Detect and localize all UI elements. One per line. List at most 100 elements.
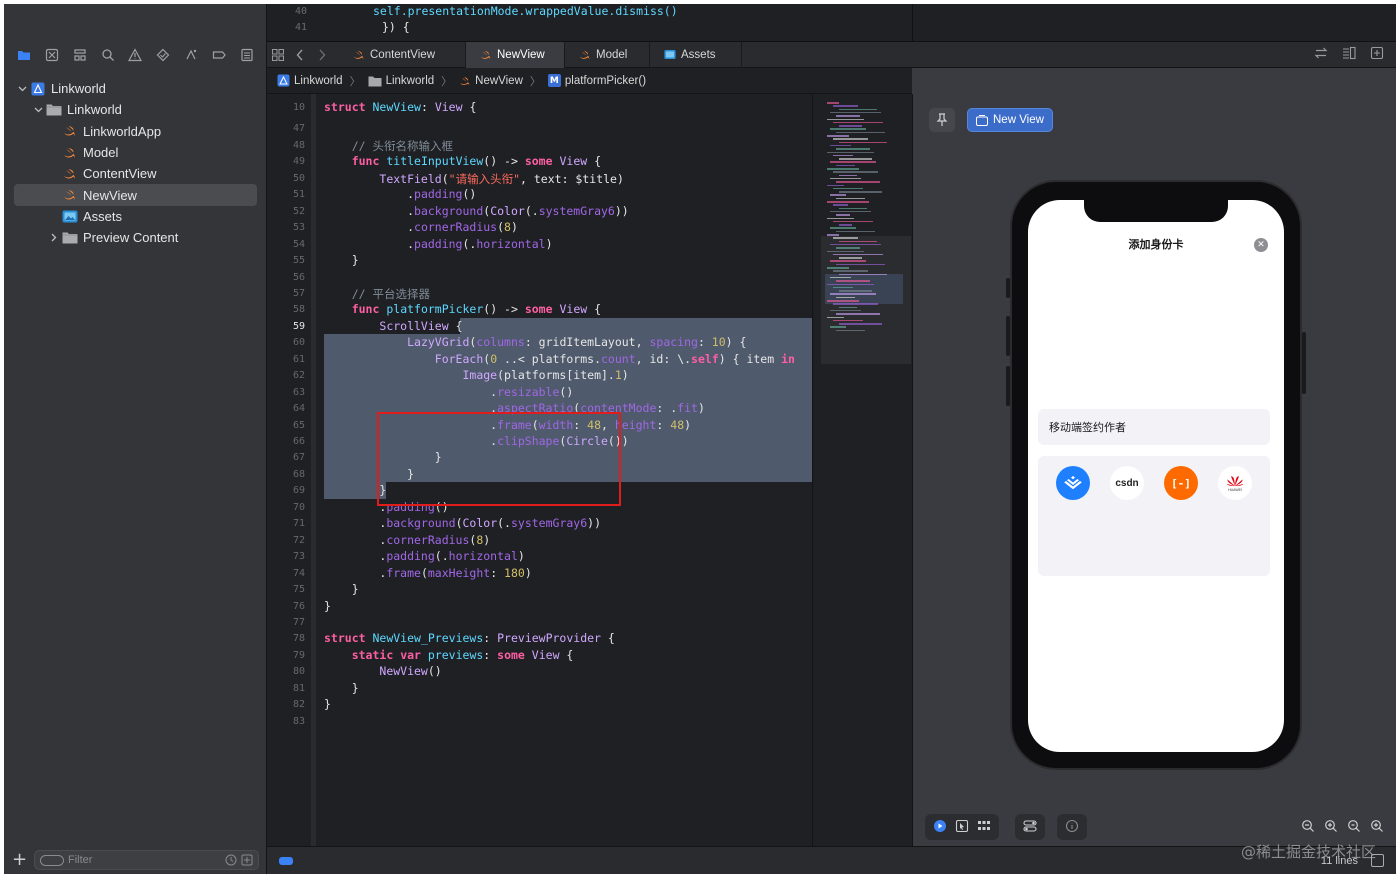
code-line[interactable]: } [324, 253, 359, 267]
code-line[interactable]: ForEach(0 ..< platforms.count, id: \.sel… [324, 352, 795, 366]
inspector-toggle-icon[interactable] [1371, 854, 1384, 867]
code-line[interactable]: .cornerRadius(8) [324, 220, 518, 234]
breadcrumb-project[interactable]: Linkworld [277, 74, 343, 87]
minimap[interactable] [812, 94, 912, 846]
minimap-line [827, 217, 854, 219]
code-line[interactable]: } [324, 599, 331, 613]
editor-options-icon[interactable] [1342, 46, 1356, 63]
breadcrumb-method[interactable]: M platformPicker() [547, 74, 646, 87]
tab-contentview[interactable]: ContentView [339, 41, 466, 68]
code-line[interactable]: self.presentationMode.wrappedValue.dismi… [373, 4, 678, 18]
add-icon[interactable]: + [12, 851, 28, 869]
close-button[interactable]: ✕ [1254, 238, 1268, 252]
code-line[interactable]: LazyVGrid(columns: gridItemLayout, spaci… [324, 335, 746, 349]
code-folding-ribbon[interactable] [311, 94, 316, 846]
symbol-navigator-icon[interactable] [71, 46, 89, 64]
breadcrumb-folder[interactable]: Linkworld [368, 75, 434, 87]
code-line[interactable]: } [324, 697, 331, 711]
code-line[interactable]: .padding() [324, 187, 476, 201]
code-line[interactable]: }) { [382, 20, 410, 34]
code-line[interactable]: NewView() [324, 664, 441, 678]
tree-item-linkworld[interactable]: Linkworld [4, 99, 267, 120]
report-icon[interactable] [238, 46, 256, 64]
breadcrumb-label: NewView [475, 74, 523, 87]
tree-item-model[interactable]: Model [4, 142, 267, 163]
code-line[interactable]: Image(platforms[item].1) [324, 368, 628, 382]
add-editor-icon[interactable] [1370, 46, 1384, 63]
tab-model[interactable]: Model [565, 41, 650, 68]
swift-file-icon [353, 49, 365, 61]
filter-options-icon[interactable] [40, 854, 64, 866]
minimap-line [830, 161, 876, 163]
breakpoint-icon[interactable] [210, 46, 228, 64]
disclosure-open-icon[interactable] [32, 104, 44, 116]
related-items-icon[interactable] [267, 42, 289, 68]
tree-item-linkworld[interactable]: Linkworld [4, 78, 267, 99]
source-control-icon[interactable] [43, 46, 61, 64]
debug-icon[interactable] [182, 46, 200, 64]
debug-area-toggle-icon[interactable] [279, 857, 293, 865]
title-input[interactable]: 移动端签约作者 [1038, 409, 1270, 445]
code-line[interactable]: .padding(.horizontal) [324, 237, 552, 251]
platform-aliyun[interactable]: [-] [1164, 466, 1198, 500]
test-diamond-icon[interactable] [154, 46, 172, 64]
tree-item-preview-content[interactable]: Preview Content [4, 227, 267, 248]
tree-item-assets[interactable]: Assets [4, 206, 267, 227]
tree-item-contentview[interactable]: ContentView [4, 163, 267, 184]
breadcrumb-file[interactable]: NewView [459, 75, 523, 87]
preview-selector-button[interactable]: New View [967, 108, 1053, 132]
minimap-line [827, 118, 864, 120]
code-line[interactable]: func platformPicker() -> some View { [324, 302, 601, 316]
pin-button[interactable] [929, 108, 955, 132]
device-settings-icon[interactable] [1023, 819, 1037, 836]
disclosure-closed-icon[interactable] [48, 232, 60, 244]
selectable-mode-icon[interactable] [955, 819, 969, 836]
back-chevron-icon[interactable] [289, 42, 311, 68]
zoom-actual-icon[interactable] [1347, 819, 1361, 836]
search-icon[interactable] [99, 46, 117, 64]
zoom-out-icon[interactable] [1301, 819, 1315, 836]
swap-arrows-icon[interactable] [1314, 46, 1328, 63]
tree-item-linkworldapp[interactable]: LinkworldApp [4, 121, 267, 142]
platform-juejin[interactable] [1056, 466, 1090, 500]
code-line[interactable]: .resizable() [324, 385, 573, 399]
line-number: 48 [292, 139, 305, 151]
filter-field[interactable]: Filter [34, 850, 259, 870]
code-line[interactable]: // 平台选择器 [324, 286, 430, 302]
code-line[interactable]: // 头衔名称输入框 [324, 138, 453, 154]
code-line[interactable]: static var previews: some View { [324, 648, 574, 662]
minimap-line [833, 253, 883, 256]
warning-icon[interactable] [126, 46, 144, 64]
code-line[interactable]: .background(Color(.systemGray6)) [324, 516, 601, 530]
zoom-in-icon[interactable] [1370, 819, 1384, 836]
code-line[interactable]: TextField("请输入头衔", text: $title) [324, 171, 624, 187]
folder-icon[interactable] [15, 46, 33, 64]
zoom-to-fit-icon[interactable] [1324, 819, 1338, 836]
code-line[interactable]: .cornerRadius(8) [324, 533, 490, 547]
folder-icon [46, 103, 62, 117]
code-line[interactable]: .padding(.horizontal) [324, 549, 524, 563]
variants-icon[interactable] [977, 819, 991, 836]
live-preview-icon[interactable] [933, 819, 947, 836]
forward-chevron-icon[interactable] [311, 42, 333, 68]
tree-item-newview[interactable]: NewView [4, 184, 267, 207]
recent-files-icon[interactable] [225, 854, 237, 866]
preview-window-icon [976, 114, 988, 126]
device-info-icon[interactable] [1065, 819, 1079, 836]
platform-huawei[interactable]: HUAWEI [1218, 466, 1252, 500]
tab-newview[interactable]: NewView [466, 41, 565, 68]
scm-filter-icon[interactable] [241, 854, 253, 866]
code-line[interactable]: struct NewView: View { [324, 100, 476, 114]
code-line[interactable]: .frame(maxHeight: 180) [324, 566, 531, 580]
platform-csdn[interactable]: csdn [1110, 466, 1144, 500]
disclosure-open-icon[interactable] [16, 83, 28, 95]
platform-picker[interactable]: csdn [-] HUAWEI [1038, 456, 1270, 576]
code-line[interactable]: func titleInputView() -> some View { [324, 154, 601, 168]
code-line[interactable]: } [324, 582, 359, 596]
tab-assets[interactable]: Assets [650, 41, 742, 68]
code-line[interactable]: } [324, 681, 359, 695]
code-line[interactable]: struct NewView_Previews: PreviewProvider… [324, 631, 615, 645]
minimap-line [839, 306, 857, 309]
code-line[interactable]: ScrollView { [324, 319, 462, 333]
code-line[interactable]: .background(Color(.systemGray6)) [324, 204, 629, 218]
